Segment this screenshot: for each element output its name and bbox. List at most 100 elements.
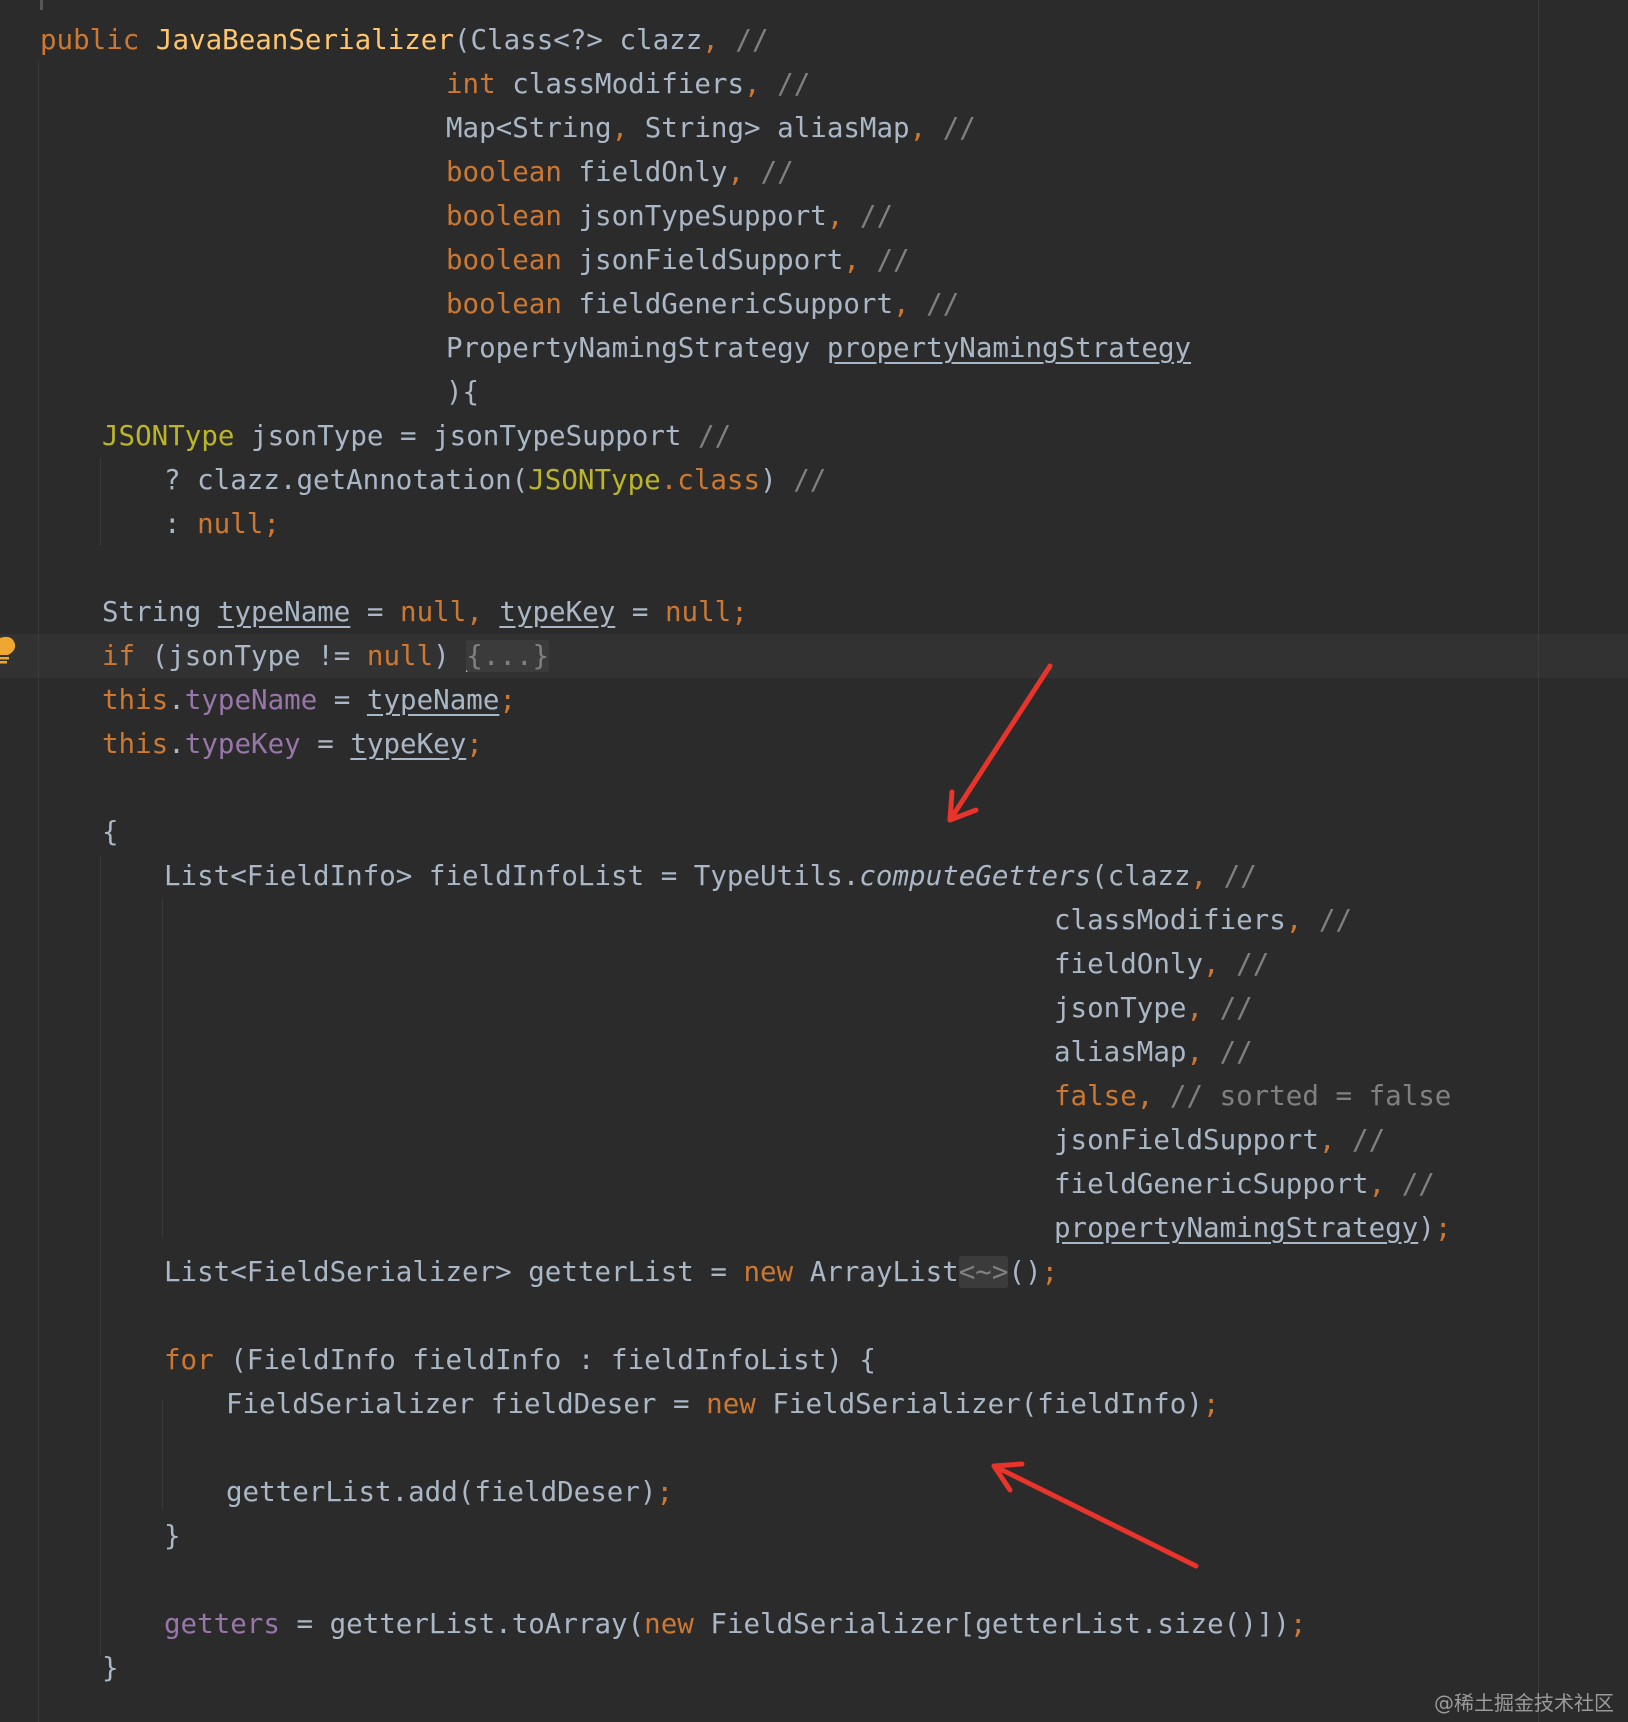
parameter: propertyNamingStrategy xyxy=(826,332,1192,364)
lightbulb-icon[interactable] xyxy=(0,636,16,664)
code-line-25[interactable]: fieldGenericSupport, // xyxy=(1054,1162,1435,1206)
code-text: jsonFieldSupport xyxy=(1054,1124,1319,1156)
keyword: public xyxy=(40,24,156,56)
code-line-4[interactable]: boolean fieldOnly, // xyxy=(446,150,794,194)
comment: // xyxy=(1302,904,1353,936)
code-line-14[interactable]: if (jsonType != null) {...} xyxy=(102,634,550,678)
code-line-17[interactable]: { xyxy=(102,810,119,854)
keyword: if xyxy=(102,640,136,672)
comma: , xyxy=(1318,1124,1336,1156)
keyword: new xyxy=(706,1388,756,1420)
semicolon: ; xyxy=(499,684,516,716)
code-text: FieldSerializer(fieldInfo) xyxy=(755,1388,1203,1420)
code-line-13[interactable]: String typeName = null, typeKey = null; xyxy=(102,590,748,634)
code-line-32[interactable]: getters = getterList.toArray(new FieldSe… xyxy=(164,1602,1306,1646)
comment: // xyxy=(926,112,976,144)
code-text: ){ xyxy=(446,376,480,408)
parameter: propertyNamingStrategy xyxy=(1054,1212,1419,1244)
variable: typeName xyxy=(217,596,351,628)
comma: , xyxy=(1285,904,1303,936)
keyword: class xyxy=(677,464,761,496)
comma: , xyxy=(744,68,761,100)
code-text: getterList.add(fieldDeser) xyxy=(226,1476,657,1508)
code-text: fieldOnly xyxy=(561,156,728,188)
gutter-marker xyxy=(40,0,43,10)
code-line-30[interactable]: getterList.add(fieldDeser); xyxy=(226,1470,673,1514)
comma: , xyxy=(1190,860,1208,892)
code-line-10[interactable]: JSONType jsonType = jsonTypeSupport // xyxy=(102,414,731,458)
code-line-2[interactable]: int classModifiers, // xyxy=(446,62,810,106)
keyword: boolean xyxy=(446,156,562,188)
code-line-15[interactable]: this.typeName = typeName; xyxy=(102,678,516,722)
constructor-name: JavaBeanSerializer xyxy=(155,24,454,56)
semicolon: ; xyxy=(466,728,483,760)
code-line-26[interactable]: propertyNamingStrategy); xyxy=(1054,1206,1451,1250)
comma: , xyxy=(1186,992,1204,1024)
code-line-11[interactable]: ? clazz.getAnnotation(JSONType.class) // xyxy=(164,458,826,502)
diamond-hint: <~> xyxy=(958,1256,1009,1288)
code-text: (clazz xyxy=(1091,860,1191,892)
code-text: ? clazz.getAnnotation( xyxy=(164,464,529,496)
keyword: new xyxy=(644,1608,694,1640)
comma: , xyxy=(826,200,844,232)
code-line-19[interactable]: classModifiers, // xyxy=(1054,898,1352,942)
code-text: classModifiers xyxy=(495,68,745,100)
comment: // xyxy=(1335,1124,1386,1156)
code-text: = xyxy=(615,596,665,628)
keyword: new xyxy=(743,1256,794,1288)
code-line-24[interactable]: jsonFieldSupport, // xyxy=(1054,1118,1385,1162)
comma: , xyxy=(1186,1036,1204,1068)
code-line-29[interactable]: FieldSerializer fieldDeser = new FieldSe… xyxy=(226,1382,1219,1426)
code-text: fieldOnly xyxy=(1054,948,1204,980)
semicolon: ; xyxy=(1289,1608,1307,1640)
comma: , xyxy=(727,156,745,188)
keyword: null xyxy=(366,640,434,672)
keyword: false, xyxy=(1054,1080,1154,1112)
variable: typeKey xyxy=(499,596,616,628)
code-line-12[interactable]: : null; xyxy=(164,502,280,546)
code-text: ) xyxy=(760,464,794,496)
code-line-8[interactable]: PropertyNamingStrategy propertyNamingStr… xyxy=(446,326,1191,370)
code-text: = xyxy=(317,684,367,716)
dot: . xyxy=(660,464,678,496)
comment: // xyxy=(760,68,811,100)
code-line-5[interactable]: boolean jsonTypeSupport, // xyxy=(446,194,893,238)
watermark: @稀土掘金技术社区 xyxy=(1434,1691,1614,1715)
comma: , xyxy=(1368,1168,1386,1200)
comma: , xyxy=(909,112,927,144)
code-line-28[interactable]: for (FieldInfo fieldInfo : fieldInfoList… xyxy=(164,1338,876,1382)
code-line-22[interactable]: aliasMap, // xyxy=(1054,1030,1253,1074)
code-text: : xyxy=(164,508,198,540)
code-line-18[interactable]: List<FieldInfo> fieldInfoList = TypeUtil… xyxy=(164,854,1257,898)
code-line-31[interactable]: } xyxy=(164,1514,181,1558)
comma: , xyxy=(611,112,629,144)
code-line-3[interactable]: Map<String, String> aliasMap, // xyxy=(446,106,976,150)
comment: // xyxy=(843,200,894,232)
code-line-33[interactable]: } xyxy=(102,1646,119,1690)
comma: , xyxy=(1203,948,1220,980)
code-editor[interactable]: public JavaBeanSerializer(Class<?> clazz… xyxy=(0,0,1628,1722)
code-text: } xyxy=(102,1652,119,1684)
code-text: Map<String xyxy=(446,112,612,144)
code-line-7[interactable]: boolean fieldGenericSupport, // xyxy=(446,282,959,326)
code-line-20[interactable]: fieldOnly, // xyxy=(1054,942,1269,986)
code-line-21[interactable]: jsonType, // xyxy=(1054,986,1253,1030)
code-line-9[interactable]: ){ xyxy=(446,370,479,414)
code-text: (FieldInfo fieldInfo : fieldInfoList) { xyxy=(213,1344,876,1376)
code-text: jsonFieldSupport xyxy=(561,244,844,276)
code-line-23[interactable]: false, // sorted = false xyxy=(1054,1074,1451,1118)
code-line-16[interactable]: this.typeKey = typeKey; xyxy=(102,722,483,766)
code-text: jsonType xyxy=(1054,992,1187,1024)
folded-block[interactable]: {...} xyxy=(466,640,550,672)
red-arrow-icon xyxy=(947,663,1053,823)
code-text: String xyxy=(102,596,218,628)
code-line-6[interactable]: boolean jsonFieldSupport, // xyxy=(446,238,910,282)
code-line-27[interactable]: List<FieldSerializer> getterList = new A… xyxy=(164,1250,1058,1294)
code-line-1[interactable]: public JavaBeanSerializer(Class<?> clazz… xyxy=(40,18,769,62)
keyword: this xyxy=(102,684,169,716)
keyword: null xyxy=(400,596,467,628)
keyword: null; xyxy=(664,596,748,628)
code-text: jsonTypeSupport xyxy=(561,200,827,232)
keyword: boolean xyxy=(446,244,562,276)
annotation-type: JSONType xyxy=(528,464,661,496)
